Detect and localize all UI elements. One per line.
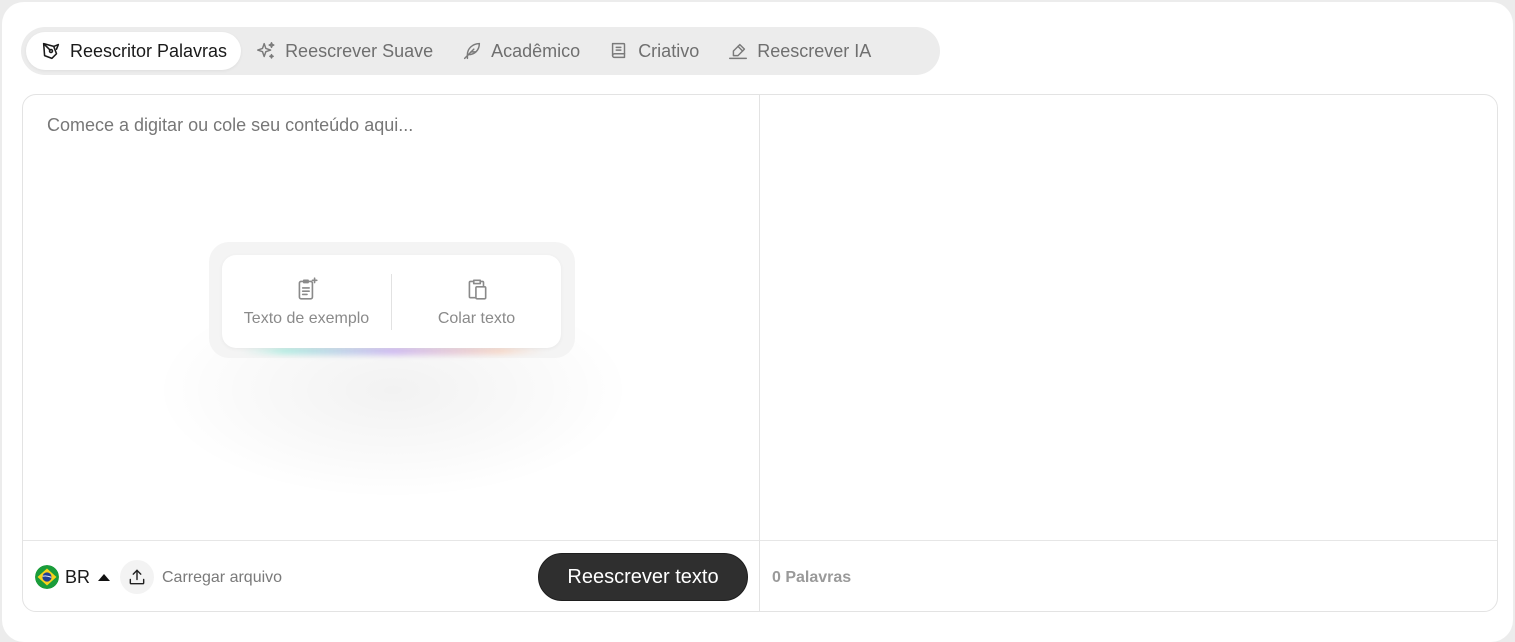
editor: Texto de exemplo Colar texto	[22, 94, 1498, 612]
word-count: 0 Palavras	[772, 569, 852, 586]
brazil-flag-icon	[35, 565, 59, 589]
input-pane: Texto de exemplo Colar texto	[23, 95, 760, 611]
upload-icon	[129, 569, 145, 585]
output-toolbar: 0 Palavras	[760, 540, 1497, 611]
feather-icon	[464, 42, 481, 60]
tab-label: Reescrever IA	[757, 40, 872, 61]
language-code: BR	[65, 566, 91, 587]
paste-text-label: Colar texto	[437, 309, 516, 327]
paste-text-button[interactable]: Colar texto	[392, 255, 561, 348]
tab-reescritor-palavras[interactable]: Reescritor Palavras	[26, 32, 242, 70]
mode-tabs: Reescritor Palavras Reescrever Suave Aca…	[21, 27, 940, 75]
paste-icon	[468, 279, 486, 300]
upload-button[interactable]	[120, 560, 154, 594]
sample-text-button[interactable]: Texto de exemplo	[222, 255, 391, 348]
input-toolbar: BR Carregar arquivo Reescrever texto	[23, 540, 759, 611]
rewrite-button[interactable]: Reescrever texto	[538, 553, 748, 601]
caret-up-icon	[98, 573, 111, 581]
tab-label: Acadêmico	[491, 40, 581, 61]
language-selector[interactable]: BR	[35, 565, 111, 589]
quick-actions-rainbow	[238, 347, 548, 355]
tab-criativo[interactable]: Criativo	[594, 32, 713, 70]
pen-tool-icon	[42, 42, 60, 60]
tab-label: Reescrever Suave	[285, 40, 434, 61]
signature-icon	[729, 43, 748, 60]
sparkles-icon	[257, 42, 275, 59]
tab-label: Reescritor Palavras	[70, 40, 228, 61]
output-pane: 0 Palavras	[760, 95, 1497, 611]
rewriter-card: Reescritor Palavras Reescrever Suave Aca…	[2, 2, 1513, 642]
tab-academico[interactable]: Acadêmico	[447, 32, 594, 70]
clipboard-plus-icon	[298, 276, 318, 300]
upload-label[interactable]: Carregar arquivo	[162, 569, 282, 587]
tab-reescrever-ia[interactable]: Reescrever IA	[713, 32, 885, 70]
sample-text-label: Texto de exemplo	[243, 309, 370, 327]
book-icon	[612, 42, 626, 59]
quick-actions: Texto de exemplo Colar texto	[222, 255, 561, 348]
tab-label: Criativo	[638, 40, 700, 61]
tab-reescrever-suave[interactable]: Reescrever Suave	[241, 32, 447, 70]
